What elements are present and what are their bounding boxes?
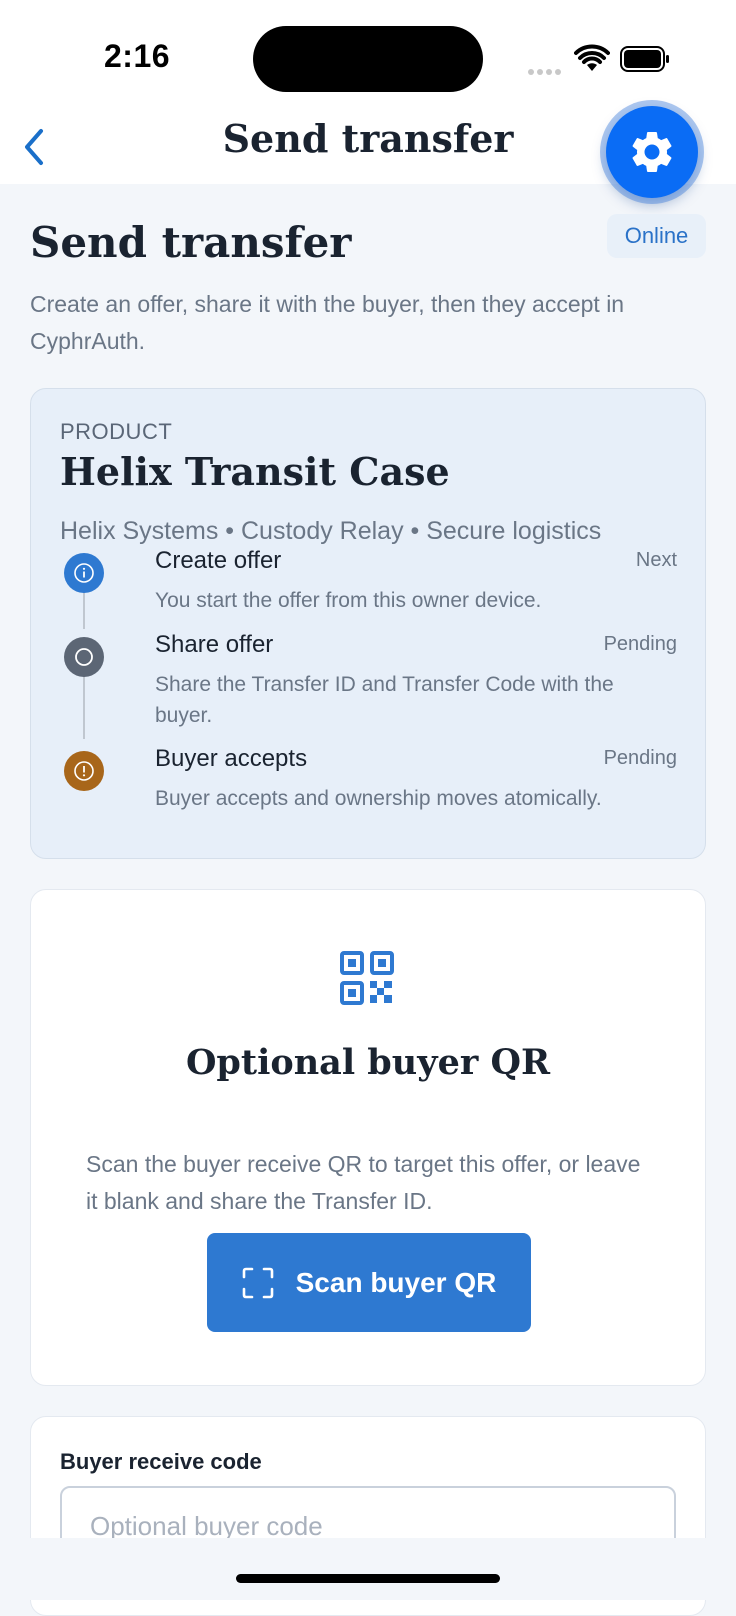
step-description: Buyer accepts and ownership moves atomic… [155, 787, 602, 810]
home-indicator[interactable] [236, 1574, 500, 1583]
step-title: Create offer [155, 547, 282, 574]
buyer-qr-card: Optional buyer QR Scan the buyer receive… [30, 889, 706, 1386]
page-subtitle: Create an offer, share it with the buyer… [30, 291, 625, 354]
battery-icon [620, 46, 669, 72]
status-bar: 2:16 [0, 0, 736, 110]
product-eyebrow: PRODUCT [60, 419, 173, 444]
alert-icon [64, 751, 104, 791]
gear-icon [632, 131, 672, 172]
product-meta: Helix Systems • Custody Relay • Secure l… [60, 517, 602, 545]
scan-buyer-qr-button[interactable]: Scan buyer QR [207, 1233, 531, 1332]
step-description: You start the offer from this owner devi… [155, 589, 542, 612]
product-card: PRODUCT Helix Transit Case Helix Systems… [30, 388, 706, 859]
cellular-signal-icon [528, 62, 564, 75]
step-title: Buyer accepts [155, 745, 308, 772]
buyer-code-label: Buyer receive code [60, 1449, 262, 1474]
connection-status-badge: Online [607, 214, 706, 258]
page-title: Send transfer [30, 218, 352, 267]
step-description: Share the Transfer ID and Transfer Code … [155, 673, 614, 727]
step-connector [83, 669, 85, 739]
dynamic-island [253, 26, 483, 92]
step-status: Next [635, 549, 677, 571]
status-time: 2:16 [104, 38, 171, 74]
wifi-icon [574, 44, 610, 71]
scan-button-label: Scan buyer QR [295, 1266, 497, 1298]
qr-section-description: Scan the buyer receive QR to target this… [86, 1151, 641, 1214]
settings-button[interactable] [606, 106, 698, 198]
step-status: Pending [603, 747, 677, 769]
circle-icon [64, 637, 104, 677]
info-icon [64, 553, 104, 593]
bottom-safe-area [0, 1538, 736, 1600]
qr-code-icon [340, 951, 394, 1005]
step-status: Pending [603, 633, 677, 655]
scan-frame-icon [242, 1267, 273, 1298]
qr-section-title: Optional buyer QR [185, 1042, 551, 1083]
step-title: Share offer [155, 631, 274, 658]
product-name: Helix Transit Case [60, 449, 450, 494]
